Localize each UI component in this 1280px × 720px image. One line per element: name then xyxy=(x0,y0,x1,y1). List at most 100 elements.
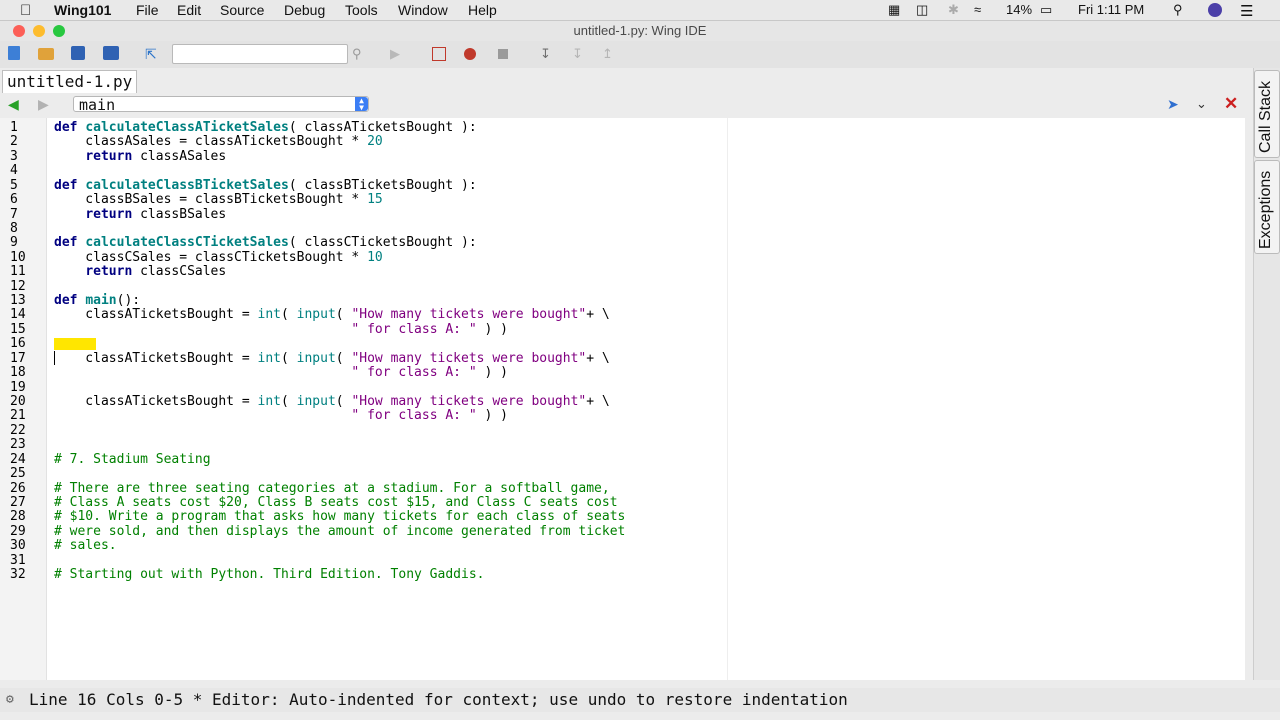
code-line[interactable]: " for class A: " ) ) xyxy=(54,366,508,380)
zoom-window-button[interactable] xyxy=(53,25,65,37)
menu-debug[interactable]: Debug xyxy=(284,2,325,18)
stop-icon[interactable] xyxy=(498,49,508,59)
code-line[interactable]: return classBSales xyxy=(54,207,226,222)
line-number: 13 xyxy=(10,293,26,309)
tab-exceptions[interactable]: Exceptions xyxy=(1254,160,1280,254)
tab-untitled-1[interactable]: untitled-1.py xyxy=(2,70,138,93)
app-menu[interactable]: Wing101 xyxy=(54,2,111,18)
run-icon[interactable]: ▶ xyxy=(390,46,406,62)
line-number: 23 xyxy=(10,437,26,453)
window-titlebar: untitled-1.py: Wing IDE xyxy=(0,21,1280,41)
code-line[interactable]: classASales = classATicketsBought * 20 xyxy=(54,135,382,149)
gear-icon[interactable]: ⚙ xyxy=(6,688,14,712)
menu-help[interactable]: Help xyxy=(468,2,497,18)
line-number: 16 xyxy=(10,336,26,352)
save-icon[interactable] xyxy=(71,46,85,60)
status-bar: ⚙ Line 16 Cols 0-5 * Editor: Auto-indent… xyxy=(0,688,1280,712)
clock[interactable]: Fri 1:11 PM xyxy=(1078,2,1144,17)
line-number: 26 xyxy=(10,480,26,496)
debug-file-icon[interactable] xyxy=(432,47,446,61)
menu-bar:  Wing101 File Edit Source Debug Tools W… xyxy=(0,0,1280,21)
code-line[interactable]: def calculateClassATicketSales( classATi… xyxy=(54,121,477,135)
code-line[interactable]: # sales. xyxy=(54,539,117,553)
line-number: 29 xyxy=(10,523,26,539)
code-line[interactable]: # $10. Write a program that asks how man… xyxy=(54,510,625,524)
line-number: 19 xyxy=(10,379,26,395)
code-line[interactable]: # 7. Stadium Seating xyxy=(54,452,211,467)
open-folder-icon[interactable] xyxy=(38,48,54,60)
code-line[interactable]: # There are three seating categories at … xyxy=(54,481,610,496)
step-into-icon[interactable]: ↧ xyxy=(540,46,556,62)
close-window-button[interactable] xyxy=(13,25,25,37)
menu-source[interactable]: Source xyxy=(220,2,264,18)
dropbox-icon[interactable]: ▦ xyxy=(888,2,900,18)
edge-guide-line xyxy=(727,118,728,680)
siri-icon[interactable] xyxy=(1208,3,1222,17)
minimize-window-button[interactable] xyxy=(33,25,45,37)
step-over-icon[interactable]: ↧ xyxy=(572,46,588,62)
window-title: untitled-1.py: Wing IDE xyxy=(573,23,707,38)
line-number: 18 xyxy=(10,365,26,381)
code-line[interactable]: # Class A seats cost $20, Class B seats … xyxy=(54,495,618,510)
scope-dropdown[interactable]: main ▲ ▼ xyxy=(73,96,369,114)
line-number: 9 xyxy=(10,235,18,251)
code-line[interactable]: # Starting out with Python. Third Editio… xyxy=(54,568,484,582)
code-line[interactable]: " for class A: " ) ) xyxy=(54,409,508,423)
scope-value: main xyxy=(79,96,116,114)
spotlight-search-icon[interactable]: ⚲ xyxy=(1173,2,1183,18)
step-out-icon[interactable]: ↥ xyxy=(602,46,618,62)
code-line[interactable]: classCSales = classCTicketsBought * 10 xyxy=(54,250,382,265)
line-number: 12 xyxy=(10,278,26,294)
back-arrow-icon[interactable]: ◀ xyxy=(8,96,19,113)
code-line[interactable]: return classCSales xyxy=(54,265,226,279)
menu-edit[interactable]: Edit xyxy=(177,2,201,18)
chevron-down-icon[interactable]: ⌄ xyxy=(1196,96,1207,112)
code-line[interactable]: classATicketsBought = int( input( "How m… xyxy=(54,308,609,322)
line-number: 4 xyxy=(10,163,18,179)
save-all-icon[interactable] xyxy=(103,46,119,60)
code-line[interactable]: # were sold, and then displays the amoun… xyxy=(54,524,625,539)
code-line[interactable]: classATicketsBought = int( input( "How m… xyxy=(54,394,609,409)
line-number: 20 xyxy=(10,393,26,409)
close-icon[interactable]: ✕ xyxy=(1224,94,1238,114)
code-line[interactable]: def main(): xyxy=(54,294,140,308)
line-number: 25 xyxy=(10,466,26,482)
menu-window[interactable]: Window xyxy=(398,2,448,18)
line-number: 24 xyxy=(10,451,26,467)
line-number: 11 xyxy=(10,264,26,280)
chevron-updown-icon[interactable]: ▲ ▼ xyxy=(355,97,368,112)
apple-icon[interactable]:  xyxy=(20,2,31,19)
line-number: 30 xyxy=(10,538,26,554)
line-number: 27 xyxy=(10,494,26,510)
code-editor[interactable]: 1 2 3 4 5 6 7 8 9 10 11 12 13 14 15 16 17 18 19 20 21 22 23 24 2… xyxy=(0,118,1245,680)
code-line[interactable]: classBSales = classBTicketsBought * 15 xyxy=(54,193,382,207)
code-line[interactable]: return classASales xyxy=(54,149,226,164)
search-icon[interactable]: ⚲ xyxy=(352,46,368,62)
line-number-gutter: 1 2 3 4 5 6 7 8 9 10 11 12 13 14 15 16 17 18 19 20 21 22 23 24 2… xyxy=(0,118,47,680)
line-number: 31 xyxy=(10,552,26,568)
new-file-icon[interactable] xyxy=(8,46,20,60)
screen-icon[interactable]: ◫ xyxy=(916,2,928,18)
notification-center-icon[interactable]: ☰ xyxy=(1240,2,1253,20)
wifi-icon[interactable]: ≈ xyxy=(974,2,981,17)
line-number: 17 xyxy=(10,350,26,366)
code-line[interactable]: " for class A: " ) ) xyxy=(54,322,508,337)
bug-icon[interactable] xyxy=(464,48,476,60)
search-input[interactable] xyxy=(172,44,348,64)
code-line[interactable]: def calculateClassCTicketSales( classCTi… xyxy=(54,236,477,250)
tab-bar xyxy=(0,68,1253,92)
forward-arrow-icon[interactable]: ▶ xyxy=(38,96,49,113)
menu-tools[interactable]: Tools xyxy=(345,2,378,18)
code-line[interactable]: def calculateClassBTicketSales( classBTi… xyxy=(54,178,477,193)
menu-file[interactable]: File xyxy=(136,2,159,18)
tab-call-stack[interactable]: Call Stack xyxy=(1254,70,1280,158)
pin-icon[interactable]: ➤ xyxy=(1167,96,1179,113)
battery-icon[interactable]: ▭ xyxy=(1040,2,1052,18)
indent-icon[interactable]: ⇱ xyxy=(145,46,161,62)
line-number: 14 xyxy=(10,307,26,323)
code-line[interactable]: classATicketsBought = int( input( "How m… xyxy=(54,351,609,366)
line-number: 21 xyxy=(10,408,26,424)
line-number: 6 xyxy=(10,192,18,208)
line-number: 22 xyxy=(10,422,26,438)
bluetooth-icon[interactable]: ✱ xyxy=(948,2,959,18)
